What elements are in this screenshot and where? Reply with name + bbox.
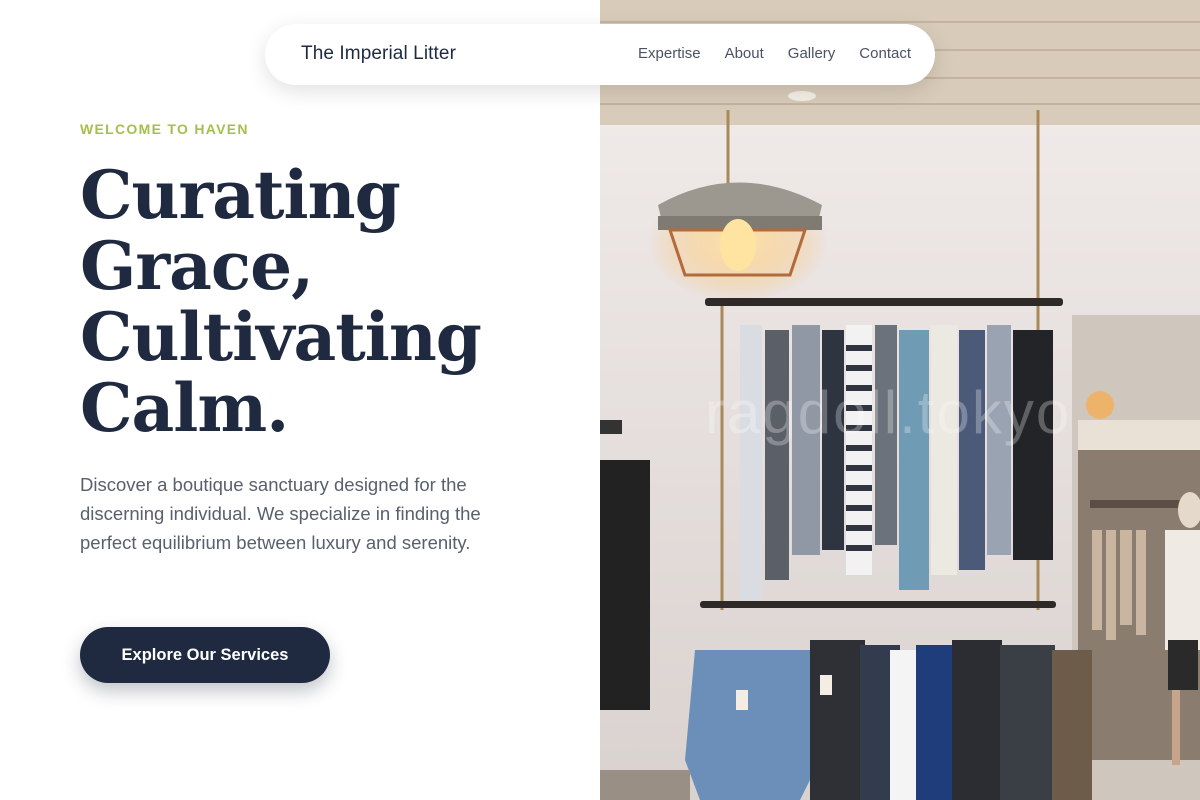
nav-links: Expertise About Gallery Contact: [638, 45, 911, 62]
nav-link-about[interactable]: About: [725, 45, 764, 62]
explore-services-button[interactable]: Explore Our Services: [80, 627, 330, 683]
top-navbar: The Imperial Litter Expertise About Gall…: [265, 24, 935, 85]
boutique-interior-image: [600, 0, 1200, 800]
hero-photo: [600, 0, 1200, 800]
headline-line: Curating: [80, 156, 401, 234]
hero-section: WELCOME TO HAVEN Curating Grace, Cultiva…: [0, 0, 600, 800]
page: WELCOME TO HAVEN Curating Grace, Cultiva…: [0, 0, 1200, 800]
hero-description: Discover a boutique sanctuary designed f…: [80, 474, 481, 553]
hero-headline: Curating Grace, Cultivating Calm.: [80, 160, 580, 444]
nav-link-expertise[interactable]: Expertise: [638, 45, 701, 62]
nav-link-contact[interactable]: Contact: [859, 45, 911, 62]
hero-eyebrow: WELCOME TO HAVEN: [80, 121, 249, 137]
headline-line: Cultivating: [80, 298, 482, 376]
headline-line: Calm.: [80, 369, 289, 447]
headline-line: Grace,: [80, 227, 314, 305]
nav-link-gallery[interactable]: Gallery: [788, 45, 836, 62]
brand-logo-text[interactable]: The Imperial Litter: [301, 43, 456, 65]
